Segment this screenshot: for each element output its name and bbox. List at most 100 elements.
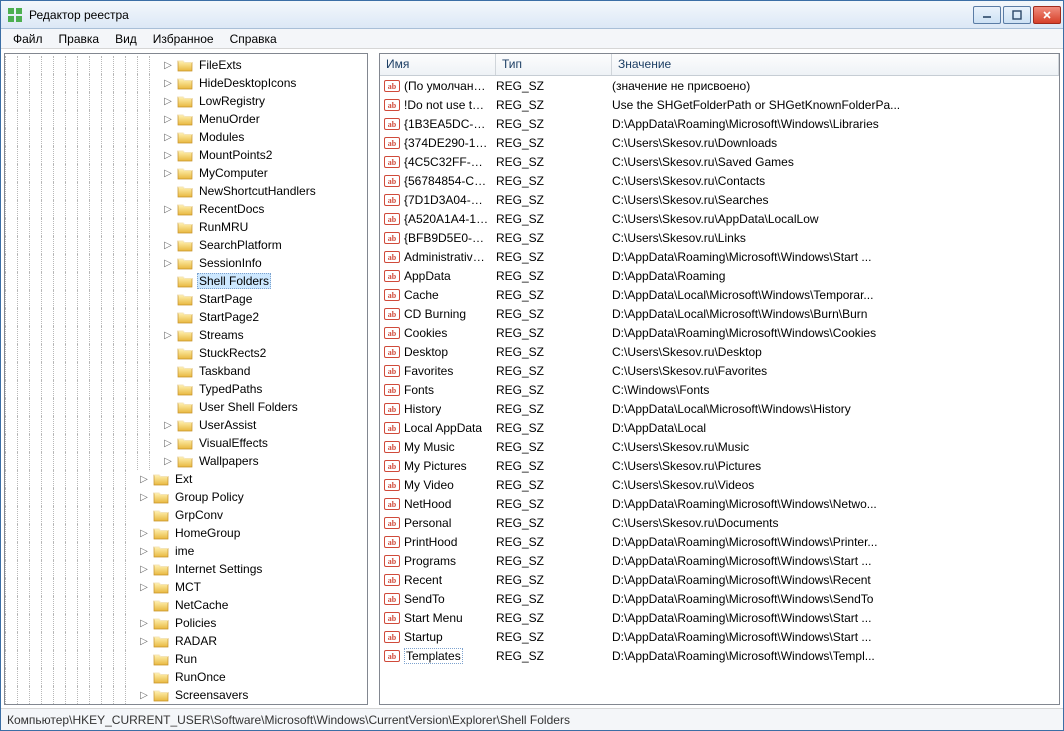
close-button[interactable] [1033, 6, 1061, 24]
tree-item[interactable]: ▷SessionInfo [5, 254, 367, 272]
expander-icon[interactable]: ▷ [161, 436, 175, 450]
value-row[interactable]: !Do not use this ...REG_SZUse the SHGetF… [380, 95, 1059, 114]
tree-item[interactable]: ▷MCT [5, 578, 367, 596]
value-row[interactable]: FontsREG_SZC:\Windows\Fonts [380, 380, 1059, 399]
tree-item[interactable]: ▷Internet Settings [5, 560, 367, 578]
value-row[interactable]: CacheREG_SZD:\AppData\Local\Microsoft\Wi… [380, 285, 1059, 304]
expander-icon[interactable]: ▷ [137, 472, 151, 486]
tree-item[interactable]: ▷Ext [5, 470, 367, 488]
tree-pane[interactable]: ▷FileExts▷HideDesktopIcons▷LowRegistry▷M… [4, 53, 368, 705]
value-row[interactable]: SendToREG_SZD:\AppData\Roaming\Microsoft… [380, 589, 1059, 608]
value-row[interactable]: My PicturesREG_SZC:\Users\Skesov.ru\Pict… [380, 456, 1059, 475]
menu-file[interactable]: Файл [5, 30, 51, 48]
tree-item[interactable]: ▷RecentDocs [5, 200, 367, 218]
tree-item[interactable]: ▷VisualEffects [5, 434, 367, 452]
values-pane[interactable]: Имя Тип Значение (По умолчанию)REG_SZ(зн… [379, 53, 1060, 705]
expander-icon[interactable]: ▷ [161, 202, 175, 216]
tree-item[interactable]: ▷Streams [5, 326, 367, 344]
tree-item[interactable]: ▷Group Policy [5, 488, 367, 506]
value-row[interactable]: {374DE290-123F...REG_SZC:\Users\Skesov.r… [380, 133, 1059, 152]
expander-icon[interactable]: ▷ [161, 58, 175, 72]
tree-item[interactable]: ▷MountPoints2 [5, 146, 367, 164]
tree-item[interactable]: ▷Taskband [5, 362, 367, 380]
value-row[interactable]: CookiesREG_SZD:\AppData\Roaming\Microsof… [380, 323, 1059, 342]
tree-item[interactable]: ▷Policies [5, 614, 367, 632]
expander-icon[interactable]: ▷ [161, 238, 175, 252]
value-row[interactable]: {7D1D3A04-DEB...REG_SZC:\Users\Skesov.ru… [380, 190, 1059, 209]
expander-icon[interactable]: ▷ [137, 544, 151, 558]
tree-item[interactable]: ▷RADAR [5, 632, 367, 650]
tree-item[interactable]: ▷Modules [5, 128, 367, 146]
tree-item[interactable]: ▷NetCache [5, 596, 367, 614]
value-row[interactable]: {BFB9D5E0-C6A...REG_SZC:\Users\Skesov.ru… [380, 228, 1059, 247]
tree-item[interactable]: ▷UserAssist [5, 416, 367, 434]
expander-icon[interactable]: ▷ [161, 166, 175, 180]
expander-icon[interactable]: ▷ [137, 562, 151, 576]
menu-favorites[interactable]: Избранное [145, 30, 222, 48]
minimize-button[interactable] [973, 6, 1001, 24]
tree-item[interactable]: ▷ime [5, 542, 367, 560]
menu-help[interactable]: Справка [222, 30, 285, 48]
value-row[interactable]: HistoryREG_SZD:\AppData\Local\Microsoft\… [380, 399, 1059, 418]
value-row[interactable]: {56784854-C6CB...REG_SZC:\Users\Skesov.r… [380, 171, 1059, 190]
value-row[interactable]: Start MenuREG_SZD:\AppData\Roaming\Micro… [380, 608, 1059, 627]
expander-icon[interactable]: ▷ [161, 454, 175, 468]
tree-item[interactable]: ▷StartPage [5, 290, 367, 308]
col-value[interactable]: Значение [612, 54, 1059, 75]
tree-item[interactable]: ▷Shell Folders [5, 272, 367, 290]
tree-item[interactable]: ▷HomeGroup [5, 524, 367, 542]
value-row[interactable]: CD BurningREG_SZD:\AppData\Local\Microso… [380, 304, 1059, 323]
tree-item[interactable]: ▷StartPage2 [5, 308, 367, 326]
expander-icon[interactable]: ▷ [137, 580, 151, 594]
expander-icon[interactable]: ▷ [137, 688, 151, 702]
splitter[interactable] [371, 50, 376, 708]
expander-icon[interactable]: ▷ [137, 490, 151, 504]
expander-icon[interactable]: ▷ [161, 94, 175, 108]
value-row[interactable]: {1B3EA5DC-B58...REG_SZD:\AppData\Roaming… [380, 114, 1059, 133]
tree-item[interactable]: ▷Screensavers [5, 686, 367, 704]
value-row[interactable]: AppDataREG_SZD:\AppData\Roaming [380, 266, 1059, 285]
expander-icon[interactable]: ▷ [161, 148, 175, 162]
value-row[interactable]: (По умолчанию)REG_SZ(значение не присвое… [380, 76, 1059, 95]
value-row[interactable]: DesktopREG_SZC:\Users\Skesov.ru\Desktop [380, 342, 1059, 361]
expander-icon[interactable]: ▷ [161, 418, 175, 432]
value-row[interactable]: ProgramsREG_SZD:\AppData\Roaming\Microso… [380, 551, 1059, 570]
value-row[interactable]: Administrative T...REG_SZD:\AppData\Roam… [380, 247, 1059, 266]
tree-item[interactable]: ▷RunMRU [5, 218, 367, 236]
value-row[interactable]: {4C5C32FF-BB9...REG_SZC:\Users\Skesov.ru… [380, 152, 1059, 171]
expander-icon[interactable]: ▷ [161, 256, 175, 270]
col-type[interactable]: Тип [496, 54, 612, 75]
value-row[interactable]: My MusicREG_SZC:\Users\Skesov.ru\Music [380, 437, 1059, 456]
tree-item[interactable]: ▷Wallpapers [5, 452, 367, 470]
value-row[interactable]: StartupREG_SZD:\AppData\Roaming\Microsof… [380, 627, 1059, 646]
expander-icon[interactable]: ▷ [137, 634, 151, 648]
expander-icon[interactable]: ▷ [137, 526, 151, 540]
value-row[interactable]: PersonalREG_SZC:\Users\Skesov.ru\Documen… [380, 513, 1059, 532]
tree-item[interactable]: ▷Run [5, 650, 367, 668]
value-row[interactable]: PrintHoodREG_SZD:\AppData\Roaming\Micros… [380, 532, 1059, 551]
tree-item[interactable]: ▷SearchPlatform [5, 236, 367, 254]
col-name[interactable]: Имя [380, 54, 496, 75]
menu-edit[interactable]: Правка [51, 30, 108, 48]
value-row[interactable]: My VideoREG_SZC:\Users\Skesov.ru\Videos [380, 475, 1059, 494]
value-row[interactable]: NetHoodREG_SZD:\AppData\Roaming\Microsof… [380, 494, 1059, 513]
tree-item[interactable]: ▷GrpConv [5, 506, 367, 524]
value-row[interactable]: RecentREG_SZD:\AppData\Roaming\Microsoft… [380, 570, 1059, 589]
expander-icon[interactable]: ▷ [137, 616, 151, 630]
value-row[interactable]: TemplatesREG_SZD:\AppData\Roaming\Micros… [380, 646, 1059, 665]
tree-item[interactable]: ▷NewShortcutHandlers [5, 182, 367, 200]
value-row[interactable]: FavoritesREG_SZC:\Users\Skesov.ru\Favori… [380, 361, 1059, 380]
expander-icon[interactable]: ▷ [161, 130, 175, 144]
tree-item[interactable]: ▷FileExts [5, 56, 367, 74]
expander-icon[interactable]: ▷ [161, 112, 175, 126]
value-row[interactable]: Local AppDataREG_SZD:\AppData\Local [380, 418, 1059, 437]
value-row[interactable]: {A520A1A4-1780...REG_SZC:\Users\Skesov.r… [380, 209, 1059, 228]
expander-icon[interactable]: ▷ [161, 76, 175, 90]
tree-item[interactable]: ▷MyComputer [5, 164, 367, 182]
titlebar[interactable]: Редактор реестра [1, 1, 1063, 29]
tree-item[interactable]: ▷MenuOrder [5, 110, 367, 128]
menu-view[interactable]: Вид [107, 30, 145, 48]
tree-item[interactable]: ▷StuckRects2 [5, 344, 367, 362]
tree-item[interactable]: ▷LowRegistry [5, 92, 367, 110]
tree-item[interactable]: ▷User Shell Folders [5, 398, 367, 416]
